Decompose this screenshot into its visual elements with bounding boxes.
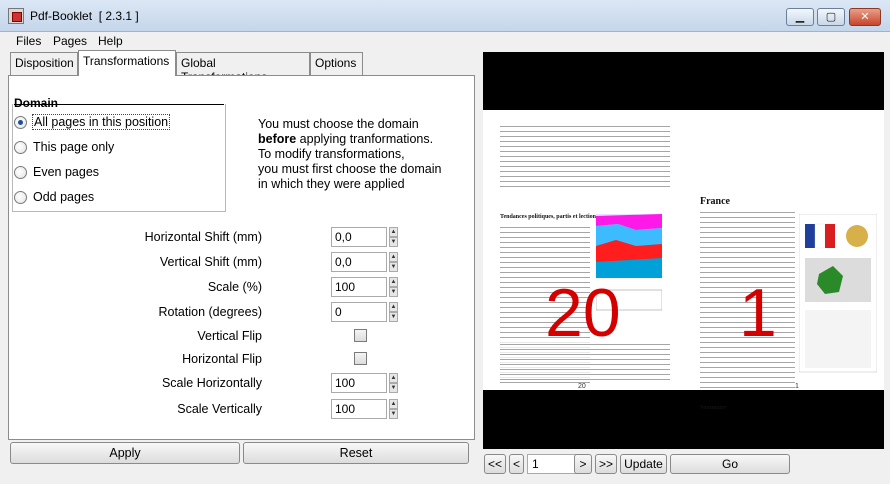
scale-label: Scale (%)	[207, 280, 262, 294]
scale-vertically-input[interactable]	[331, 399, 387, 419]
minimize-button[interactable]: ▁	[786, 8, 814, 26]
previous-page-button[interactable]: <	[509, 454, 524, 474]
apply-button[interactable]: Apply	[10, 442, 240, 464]
radio-button-icon[interactable]	[14, 191, 27, 204]
spin-down-icon[interactable]: ▼	[389, 287, 398, 297]
vertical-shift-label: Vertical Shift (mm)	[159, 255, 262, 269]
horizontal-flip-label: Horizontal Flip	[182, 352, 262, 366]
vertical-flip-checkbox[interactable]	[354, 329, 367, 342]
horizontal-shift-input[interactable]	[331, 227, 387, 247]
radio-label: This page only	[33, 140, 115, 154]
vertical-flip-label: Vertical Flip	[197, 329, 262, 343]
spin-down-icon[interactable]: ▼	[389, 237, 398, 247]
scale-vertically-spinner[interactable]: ▲ ▼	[331, 399, 399, 419]
radio-label: Even pages	[33, 165, 100, 179]
radio-label: Odd pages	[33, 190, 95, 204]
scale-input[interactable]	[331, 277, 387, 297]
close-button[interactable]: ✕	[849, 8, 881, 26]
right-subheading: Sommaire	[700, 405, 727, 411]
spin-down-icon[interactable]: ▼	[389, 383, 398, 393]
maximize-button[interactable]: ▢	[817, 8, 845, 26]
preview-area[interactable]: Tendances politiques, partis et lections…	[483, 52, 884, 449]
radio-button-icon[interactable]	[14, 141, 27, 154]
window-title: Pdf-Booklet [ 2.3.1 ]	[30, 9, 139, 23]
scale-horizontally-label: Scale Horizontally	[161, 376, 262, 390]
right-heading: France	[700, 196, 730, 207]
scale-vertically-label: Scale Vertically	[177, 402, 262, 416]
spin-up-icon[interactable]: ▲	[389, 252, 398, 262]
spin-up-icon[interactable]: ▲	[389, 302, 398, 312]
spin-up-icon[interactable]: ▲	[389, 399, 398, 409]
right-footer-number: 1	[795, 383, 799, 390]
vertical-shift-spinner[interactable]: ▲ ▼	[331, 252, 399, 272]
radio-odd-pages[interactable]: Odd pages	[14, 189, 214, 207]
app-icon	[8, 8, 24, 24]
left-page-number: 20	[545, 275, 621, 351]
reset-button[interactable]: Reset	[243, 442, 469, 464]
next-page-button[interactable]: >	[574, 454, 592, 474]
horizontal-flip-checkbox[interactable]	[354, 352, 367, 365]
domain-note: You must choose the domain before applyi…	[258, 117, 442, 191]
radio-all-pages[interactable]: All pages in this position	[14, 114, 214, 132]
radio-even-pages[interactable]: Even pages	[14, 164, 214, 182]
spin-up-icon[interactable]: ▲	[389, 277, 398, 287]
radio-button-icon[interactable]	[14, 166, 27, 179]
vertical-shift-input[interactable]	[331, 252, 387, 272]
spin-down-icon[interactable]: ▼	[389, 262, 398, 272]
text-block	[500, 124, 670, 188]
horizontal-shift-label: Horizontal Shift (mm)	[144, 230, 262, 244]
tab-options[interactable]: Options	[310, 52, 363, 75]
spin-down-icon[interactable]: ▼	[389, 409, 398, 419]
last-page-button[interactable]: >>	[595, 454, 617, 474]
spin-down-icon[interactable]: ▼	[389, 312, 398, 322]
radio-this-page[interactable]: This page only	[14, 139, 214, 157]
first-page-button[interactable]: <<	[484, 454, 506, 474]
left-subheading: Tendances politiques, partis et lections	[500, 214, 599, 220]
rotation-spinner[interactable]: ▲ ▼	[331, 302, 399, 322]
scale-horizontally-input[interactable]	[331, 373, 387, 393]
domain-divider	[14, 104, 224, 105]
radio-button-icon[interactable]	[14, 116, 27, 129]
scale-horizontally-spinner[interactable]: ▲ ▼	[331, 373, 399, 393]
rotation-label: Rotation (degrees)	[158, 305, 262, 319]
menu-files[interactable]: Files	[16, 34, 41, 48]
spin-up-icon[interactable]: ▲	[389, 373, 398, 383]
left-footer-number: 20	[578, 383, 586, 390]
tab-transformations[interactable]: Transformations	[78, 50, 176, 76]
tab-disposition[interactable]: Disposition	[10, 52, 78, 75]
tab-global-transformations[interactable]: Global Transformations	[176, 52, 310, 84]
update-button[interactable]: Update	[620, 454, 667, 474]
scale-spinner[interactable]: ▲ ▼	[331, 277, 399, 297]
domain-title: Domain	[14, 96, 59, 110]
radio-label: All pages in this position	[31, 114, 171, 130]
booklet-preview: Tendances politiques, partis et lections…	[483, 110, 884, 411]
go-button[interactable]: Go	[670, 454, 790, 474]
rotation-input[interactable]	[331, 302, 387, 322]
menu-help[interactable]: Help	[98, 34, 123, 48]
title-bar: Pdf-Booklet [ 2.3.1 ] ▁ ▢ ✕	[0, 0, 890, 32]
right-page-number: 1	[739, 275, 777, 351]
horizontal-shift-spinner[interactable]: ▲ ▼	[331, 227, 399, 247]
infobox-graphic	[799, 214, 877, 373]
menu-pages[interactable]: Pages	[53, 34, 87, 48]
menu-bar: Files Pages Help	[0, 32, 890, 50]
spin-up-icon[interactable]: ▲	[389, 227, 398, 237]
